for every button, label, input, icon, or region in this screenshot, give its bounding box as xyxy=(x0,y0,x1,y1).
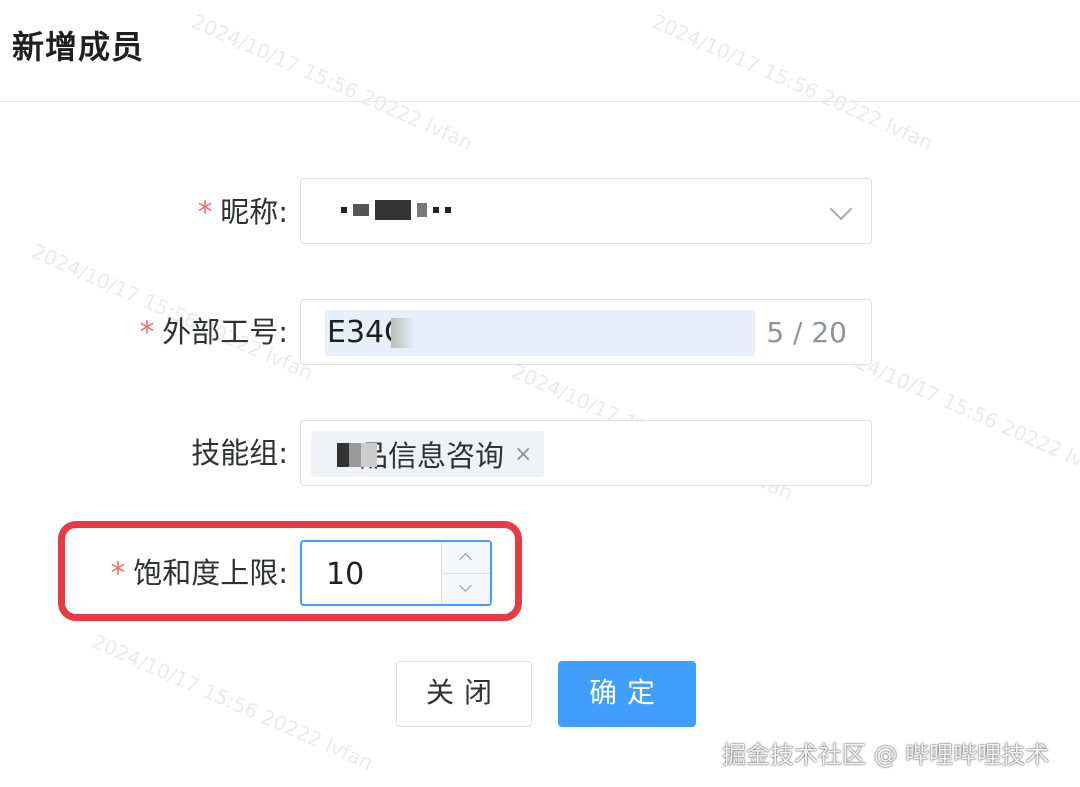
redacted-text xyxy=(337,443,377,467)
skill-group-tag: 品信息咨询 × xyxy=(311,431,545,477)
nickname-value-pixelated xyxy=(341,193,471,227)
saturation-value: 10 xyxy=(326,557,365,592)
skill-group-tag-text: 品信息咨询 xyxy=(359,439,505,473)
close-button[interactable]: 关闭 xyxy=(396,661,532,727)
close-icon[interactable]: × xyxy=(514,442,532,467)
skill-group-label: 技能组: xyxy=(191,431,288,475)
skill-group-select[interactable]: 品信息咨询 × xyxy=(300,420,872,486)
external-id-input[interactable]: E34C 5 / 20 xyxy=(300,299,872,365)
dialog-title: 新增成员 xyxy=(12,28,145,66)
increase-button[interactable] xyxy=(442,542,490,574)
required-mark: * xyxy=(110,556,126,590)
saturation-number-input[interactable]: 10 xyxy=(300,540,492,606)
redacted-text xyxy=(391,318,415,348)
chevron-down-icon[interactable] xyxy=(829,197,853,221)
nickname-label: * 昵称: xyxy=(198,190,288,234)
watermark: 2024/10/17 15:56 20222 lvfan xyxy=(88,629,377,775)
decrease-button[interactable] xyxy=(442,573,490,604)
external-id-label-text: 外部工号: xyxy=(162,315,288,349)
watermark: 2024/10/17 15:56 20222 lvfan xyxy=(188,9,477,155)
watermark: 2024/10/17 15:56 20222 lvfan xyxy=(648,9,937,155)
saturation-label: * 饱和度上限: xyxy=(111,551,288,595)
nickname-label-text: 昵称: xyxy=(220,195,288,229)
source-watermark: 掘金技术社区 @ 哔哩哔哩技术 xyxy=(722,741,1050,769)
character-counter: 5 / 20 xyxy=(766,316,847,349)
nickname-select[interactable] xyxy=(300,178,872,244)
external-id-label: * 外部工号: xyxy=(140,310,288,354)
required-mark: * xyxy=(197,195,213,229)
required-mark: * xyxy=(139,315,155,349)
skill-group-label-text: 技能组: xyxy=(191,436,288,470)
saturation-label-text: 饱和度上限: xyxy=(133,556,288,590)
confirm-button[interactable]: 确定 xyxy=(558,661,696,727)
stepper xyxy=(441,542,490,604)
title-divider xyxy=(0,101,1080,102)
